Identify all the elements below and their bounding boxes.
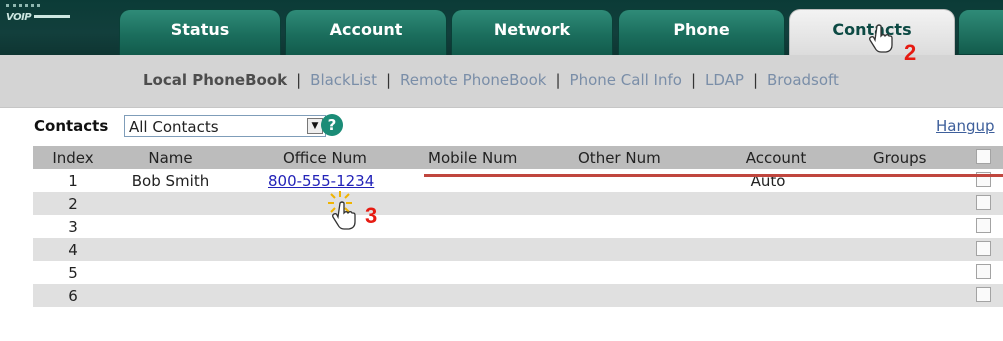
column-header-office-num: Office Num bbox=[283, 149, 367, 167]
subnav-blacklist[interactable]: BlackList bbox=[310, 71, 377, 89]
step-number-2: 2 bbox=[904, 40, 917, 65]
table-header-row: Index Name Office Num Mobile Num Other N… bbox=[33, 146, 1003, 169]
tab-account[interactable]: Account bbox=[285, 9, 447, 55]
office-number-link[interactable]: 800-555-1234 bbox=[268, 172, 398, 190]
row-index: 2 bbox=[68, 195, 78, 213]
column-header-other-num: Other Num bbox=[578, 149, 661, 167]
row-index: 6 bbox=[68, 287, 78, 305]
tab-status[interactable]: Status bbox=[119, 9, 281, 55]
table-row: 3 bbox=[33, 215, 1003, 238]
contacts-table: Index Name Office Num Mobile Num Other N… bbox=[33, 146, 1003, 307]
subnav-remote-phonebook[interactable]: Remote PhoneBook bbox=[400, 71, 546, 89]
subnav-phone-call-info[interactable]: Phone Call Info bbox=[570, 71, 682, 89]
contacts-group-select[interactable]: All Contacts ▼ bbox=[124, 115, 326, 137]
subnav-local-phonebook[interactable]: Local PhoneBook bbox=[143, 71, 287, 89]
row-index: 5 bbox=[68, 264, 78, 282]
row-checkbox[interactable] bbox=[976, 195, 991, 210]
step-number-3: 3 bbox=[365, 203, 378, 228]
row-index: 3 bbox=[68, 218, 78, 236]
brand-logo: VOIP bbox=[6, 4, 101, 26]
subnav-ldap[interactable]: LDAP bbox=[705, 71, 744, 89]
tab-network[interactable]: Network bbox=[451, 9, 613, 55]
help-icon[interactable]: ? bbox=[321, 114, 343, 136]
logo-bar bbox=[34, 14, 71, 18]
hangup-link[interactable]: Hangup bbox=[936, 117, 995, 135]
contacts-group-selected: All Contacts bbox=[129, 118, 219, 136]
subnav-separator: | bbox=[555, 71, 561, 89]
table-row: 6 bbox=[33, 284, 1003, 307]
column-header-account: Account bbox=[745, 149, 807, 167]
tab-phone[interactable]: Phone bbox=[618, 9, 785, 55]
row-name: Bob Smith bbox=[131, 172, 210, 190]
top-navigation-bar: VOIP Status Account Network Phone Contac… bbox=[0, 0, 1003, 55]
table-row: 1 Bob Smith 800-555-1234 Auto bbox=[33, 169, 1003, 192]
row-index: 1 bbox=[68, 172, 78, 190]
select-all-checkbox[interactable] bbox=[976, 149, 991, 164]
highlight-underline bbox=[424, 174, 1003, 177]
column-header-groups: Groups bbox=[873, 149, 927, 167]
subnav-separator: | bbox=[752, 71, 759, 89]
hand-cursor-icon bbox=[332, 201, 356, 230]
table-row: 2 bbox=[33, 192, 1003, 215]
tab-more[interactable] bbox=[958, 9, 1003, 55]
row-checkbox[interactable] bbox=[976, 264, 991, 279]
contacts-filter-label: Contacts bbox=[34, 117, 109, 135]
column-header-index: Index bbox=[52, 149, 94, 167]
row-index: 4 bbox=[68, 241, 78, 259]
subnav-separator: | bbox=[385, 71, 392, 89]
logo-dots bbox=[6, 4, 40, 8]
column-header-mobile-num: Mobile Num bbox=[428, 149, 518, 167]
subnav-separator: | bbox=[296, 71, 302, 89]
sub-navigation: Local PhoneBook | BlackList | Remote PhoneBo… bbox=[0, 55, 1003, 108]
hand-cursor-icon bbox=[869, 24, 893, 53]
row-checkbox[interactable] bbox=[976, 287, 991, 302]
row-checkbox[interactable] bbox=[976, 218, 991, 233]
table-row: 4 bbox=[33, 238, 1003, 261]
subnav-separator: | bbox=[690, 71, 696, 89]
column-header-name: Name bbox=[148, 149, 193, 167]
row-checkbox[interactable] bbox=[976, 241, 991, 256]
logo-text: VOIP bbox=[6, 12, 32, 23]
subnav-broadsoft[interactable]: Broadsoft bbox=[767, 71, 839, 89]
table-row: 5 bbox=[33, 261, 1003, 284]
